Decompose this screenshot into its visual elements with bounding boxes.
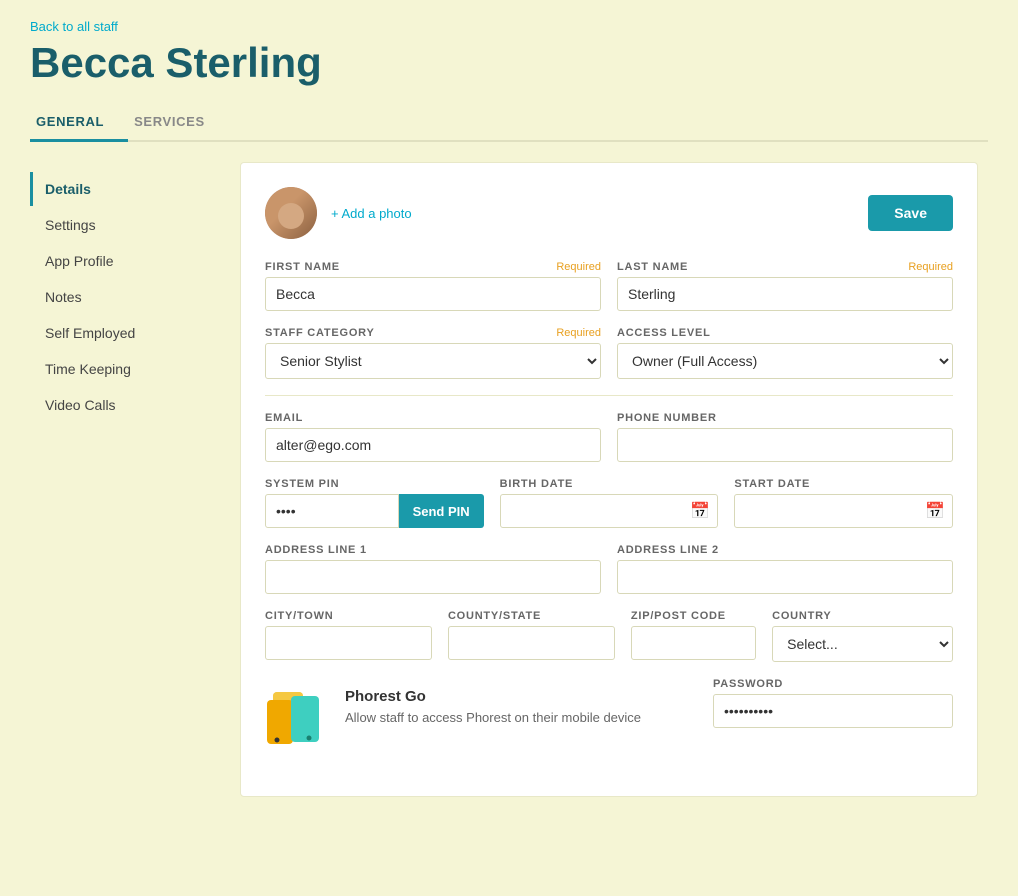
content-area: Details Settings App Profile Notes Self …: [30, 142, 988, 822]
form-header: + Add a photo Save: [265, 187, 953, 239]
first-name-required: Required: [556, 261, 601, 273]
birth-date-label: BIRTH DATE: [500, 478, 719, 490]
birth-date-calendar-icon[interactable]: 📅: [690, 501, 710, 521]
sidebar-item-app-profile[interactable]: App Profile: [30, 244, 210, 278]
email-label: EMAIL: [265, 412, 601, 424]
form-card: + Add a photo Save FIRST NAME Required: [240, 162, 978, 797]
sidebar-item-details[interactable]: Details: [30, 172, 210, 206]
email-input[interactable]: [265, 428, 601, 462]
phone-group: PHONE NUMBER: [617, 412, 953, 462]
city-group: CITY/TOWN: [265, 610, 432, 662]
address1-input[interactable]: [265, 560, 601, 594]
pin-input-group: Send PIN: [265, 494, 484, 528]
county-group: COUNTY/STATE: [448, 610, 615, 662]
start-date-group: START DATE 📅: [734, 478, 953, 528]
staff-category-select[interactable]: Senior Stylist: [265, 343, 601, 379]
start-date-calendar-icon[interactable]: 📅: [925, 501, 945, 521]
county-label: COUNTY/STATE: [448, 610, 615, 622]
system-pin-group: SYSTEM PIN Send PIN: [265, 478, 484, 528]
back-link[interactable]: Back to all staff: [30, 19, 118, 34]
access-level-group: ACCESS LEVEL Owner (Full Access): [617, 327, 953, 379]
tab-services[interactable]: SERVICES: [128, 104, 229, 142]
tab-general[interactable]: GENERAL: [30, 104, 128, 142]
name-row: FIRST NAME Required LAST NAME Required: [265, 261, 953, 311]
phorest-go-text: Phorest Go Allow staff to access Phorest…: [345, 688, 641, 727]
last-name-label: LAST NAME Required: [617, 261, 953, 273]
password-input[interactable]: [713, 694, 953, 728]
address-row: ADDRESS LINE 1 ADDRESS LINE 2: [265, 544, 953, 594]
birth-date-input[interactable]: [500, 494, 719, 528]
address1-group: ADDRESS LINE 1: [265, 544, 601, 594]
country-select[interactable]: Select...: [772, 626, 953, 662]
country-group: COUNTRY Select...: [772, 610, 953, 662]
email-phone-row: EMAIL PHONE NUMBER: [265, 412, 953, 462]
first-name-input[interactable]: [265, 277, 601, 311]
address2-label: ADDRESS LINE 2: [617, 544, 953, 556]
phorest-go-title: Phorest Go: [345, 688, 641, 705]
phorest-go-section: Phorest Go Allow staff to access Phorest…: [265, 688, 697, 752]
location-row: CITY/TOWN COUNTY/STATE ZIP/POST CODE: [265, 610, 953, 662]
system-pin-label: SYSTEM PIN: [265, 478, 484, 490]
password-label: PASSWORD: [713, 678, 953, 690]
form-header-left: + Add a photo: [265, 187, 412, 239]
sidebar-item-video-calls[interactable]: Video Calls: [30, 388, 210, 422]
last-name-required: Required: [908, 261, 953, 273]
access-level-label: ACCESS LEVEL: [617, 327, 953, 339]
zip-group: ZIP/POST CODE: [631, 610, 756, 662]
birth-date-input-wrapper: 📅: [500, 494, 719, 528]
phorest-go-group: Phorest Go Allow staff to access Phorest…: [265, 678, 697, 752]
address2-group: ADDRESS LINE 2: [617, 544, 953, 594]
avatar-image: [265, 187, 317, 239]
start-date-input[interactable]: [734, 494, 953, 528]
zip-input[interactable]: [631, 626, 756, 660]
last-name-input[interactable]: [617, 277, 953, 311]
city-label: CITY/TOWN: [265, 610, 432, 622]
birth-date-group: BIRTH DATE 📅: [500, 478, 719, 528]
start-date-label: START DATE: [734, 478, 953, 490]
main-content: + Add a photo Save FIRST NAME Required: [220, 142, 988, 822]
county-input[interactable]: [448, 626, 615, 660]
staff-category-label: STAFF CATEGORY Required: [265, 327, 601, 339]
staff-category-required: Required: [556, 327, 601, 339]
first-name-group: FIRST NAME Required: [265, 261, 601, 311]
category-row: STAFF CATEGORY Required Senior Stylist A…: [265, 327, 953, 379]
phorest-password-row: Phorest Go Allow staff to access Phorest…: [265, 678, 953, 752]
system-pin-input[interactable]: [265, 494, 399, 528]
avatar: [265, 187, 317, 239]
password-group: PASSWORD: [713, 678, 953, 728]
first-name-label: FIRST NAME Required: [265, 261, 601, 273]
phorest-go-description: Allow staff to access Phorest on their m…: [345, 709, 641, 727]
send-pin-button[interactable]: Send PIN: [399, 494, 484, 528]
page-title: Becca Sterling: [30, 40, 988, 86]
staff-category-group: STAFF CATEGORY Required Senior Stylist: [265, 327, 601, 379]
address2-input[interactable]: [617, 560, 953, 594]
email-group: EMAIL: [265, 412, 601, 462]
sidebar-item-time-keeping[interactable]: Time Keeping: [30, 352, 210, 386]
phone-input[interactable]: [617, 428, 953, 462]
address1-label: ADDRESS LINE 1: [265, 544, 601, 556]
city-input[interactable]: [265, 626, 432, 660]
sidebar-item-self-employed[interactable]: Self Employed: [30, 316, 210, 350]
save-button[interactable]: Save: [868, 195, 953, 231]
pin-dates-row: SYSTEM PIN Send PIN BIRTH DATE: [265, 478, 953, 528]
last-name-group: LAST NAME Required: [617, 261, 953, 311]
access-level-select[interactable]: Owner (Full Access): [617, 343, 953, 379]
sidebar-item-notes[interactable]: Notes: [30, 280, 210, 314]
start-date-input-wrapper: 📅: [734, 494, 953, 528]
divider-1: [265, 395, 953, 396]
phorest-go-icon: [265, 688, 329, 752]
country-label: COUNTRY: [772, 610, 953, 622]
phone-label: PHONE NUMBER: [617, 412, 953, 424]
sidebar-item-settings[interactable]: Settings: [30, 208, 210, 242]
add-photo-link[interactable]: + Add a photo: [331, 206, 412, 221]
tabs-bar: GENERAL SERVICES: [30, 104, 988, 142]
sidebar: Details Settings App Profile Notes Self …: [30, 142, 220, 822]
zip-label: ZIP/POST CODE: [631, 610, 756, 622]
